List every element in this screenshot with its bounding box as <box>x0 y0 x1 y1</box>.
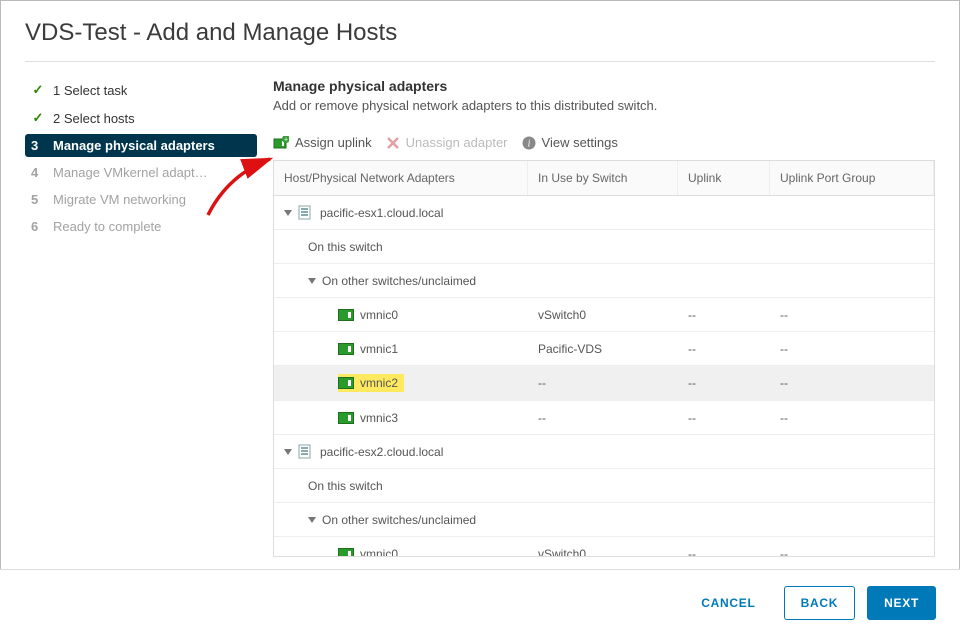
on-this-switch-row[interactable]: On this switch <box>274 469 934 503</box>
nic-name: vmnic0 <box>360 547 398 557</box>
group-label: On this switch <box>308 240 383 254</box>
step-label: Migrate VM networking <box>53 192 186 207</box>
check-icon: ✓ <box>31 82 45 98</box>
wizard-step-1[interactable]: ✓ 1 Select task <box>25 78 257 102</box>
back-button[interactable]: BACK <box>784 586 856 620</box>
nic-name: vmnic0 <box>360 308 398 322</box>
expand-icon[interactable] <box>284 210 292 216</box>
unassign-adapter-button: Unassign adapter <box>386 135 508 150</box>
wizard-step-2[interactable]: ✓ 2 Select hosts <box>25 106 257 130</box>
svg-text:i: i <box>527 138 530 149</box>
unassign-adapter-label: Unassign adapter <box>406 135 508 150</box>
view-settings-button[interactable]: i View settings <box>522 135 618 150</box>
uplink-port-group: -- <box>770 539 934 557</box>
svg-text:+: + <box>284 136 288 143</box>
step-label: Manage physical adapters <box>53 138 215 153</box>
in-use-by: -- <box>528 368 678 398</box>
divider <box>25 61 935 62</box>
nic-name: vmnic2 <box>360 376 398 390</box>
uplink: -- <box>678 403 770 433</box>
dialog-title: VDS-Test - Add and Manage Hosts <box>25 19 935 47</box>
uplink: -- <box>678 334 770 364</box>
in-use-by: vSwitch0 <box>528 539 678 557</box>
view-settings-label: View settings <box>542 135 618 150</box>
uplink: -- <box>678 368 770 398</box>
info-icon: i <box>522 136 536 150</box>
uplink: -- <box>678 300 770 330</box>
step-label: Ready to complete <box>53 219 161 234</box>
step-num: 4 <box>31 165 45 180</box>
group-label: On other switches/unclaimed <box>322 513 476 527</box>
uplink-port-group: -- <box>770 300 934 330</box>
uplink-port-group: -- <box>770 368 934 398</box>
host-row[interactable]: pacific-esx2.cloud.local <box>274 435 934 469</box>
step-label: 1 Select task <box>53 83 127 98</box>
uplink: -- <box>678 539 770 557</box>
host-name: pacific-esx2.cloud.local <box>320 445 443 459</box>
nic-row[interactable]: vmnic2------ <box>274 366 934 401</box>
nic-row[interactable]: vmnic0vSwitch0---- <box>274 537 934 556</box>
adapters-grid: Host/Physical Network Adapters In Use by… <box>273 160 935 557</box>
in-use-by: Pacific-VDS <box>528 334 678 364</box>
step-num: 5 <box>31 192 45 207</box>
host-icon <box>298 444 314 459</box>
assign-uplink-button[interactable]: + Assign uplink <box>273 135 372 150</box>
nic-icon <box>338 548 354 557</box>
expand-icon[interactable] <box>308 517 316 523</box>
col-uplink[interactable]: Uplink <box>678 161 770 195</box>
dialog-footer: CANCEL BACK NEXT <box>0 569 960 640</box>
nic-row[interactable]: vmnic1Pacific-VDS---- <box>274 332 934 366</box>
wizard-step-6: 6 Ready to complete <box>25 215 257 238</box>
uplink-port-group: -- <box>770 334 934 364</box>
wizard-step-4: 4 Manage VMkernel adapt… <box>25 161 257 184</box>
next-button[interactable]: NEXT <box>867 586 936 620</box>
group-label: On other switches/unclaimed <box>322 274 476 288</box>
toolbar: + Assign uplink Unassign adapter i <box>273 129 935 160</box>
assign-uplink-icon: + <box>273 136 289 150</box>
nic-name: vmnic1 <box>360 342 398 356</box>
other-switches-row[interactable]: On other switches/unclaimed <box>274 264 934 298</box>
step-num: 6 <box>31 219 45 234</box>
wizard-step-5: 5 Migrate VM networking <box>25 188 257 211</box>
on-this-switch-row[interactable]: On this switch <box>274 230 934 264</box>
check-icon: ✓ <box>31 110 45 126</box>
group-label: On this switch <box>308 479 383 493</box>
nic-icon <box>338 412 354 424</box>
nic-icon <box>338 309 354 321</box>
nic-icon <box>338 343 354 355</box>
nic-row[interactable]: vmnic0vSwitch0---- <box>274 298 934 332</box>
unassign-icon <box>386 136 400 150</box>
expand-icon[interactable] <box>284 449 292 455</box>
section-title: Manage physical adapters <box>273 78 935 94</box>
host-row[interactable]: pacific-esx1.cloud.local <box>274 196 934 230</box>
col-host-adapters[interactable]: Host/Physical Network Adapters <box>274 161 528 195</box>
uplink-port-group: -- <box>770 403 934 433</box>
grid-body[interactable]: pacific-esx1.cloud.local On this switch On… <box>274 196 934 556</box>
host-icon <box>298 205 314 220</box>
nic-icon <box>338 377 354 389</box>
col-in-use[interactable]: In Use by Switch <box>528 161 678 195</box>
nic-name: vmnic3 <box>360 411 398 425</box>
cancel-button[interactable]: CANCEL <box>685 586 771 620</box>
in-use-by: vSwitch0 <box>528 300 678 330</box>
wizard-steps: ✓ 1 Select task ✓ 2 Select hosts 3 Manage phy… <box>25 78 257 557</box>
step-label: 2 Select hosts <box>53 111 135 126</box>
col-uplink-port-group[interactable]: Uplink Port Group <box>770 161 934 195</box>
host-name: pacific-esx1.cloud.local <box>320 206 443 220</box>
step-num: 3 <box>31 138 45 153</box>
assign-uplink-label: Assign uplink <box>295 135 372 150</box>
wizard-step-3[interactable]: 3 Manage physical adapters <box>25 134 257 157</box>
grid-header: Host/Physical Network Adapters In Use by… <box>274 161 934 196</box>
section-desc: Add or remove physical network adapters … <box>273 98 935 113</box>
expand-icon[interactable] <box>308 278 316 284</box>
in-use-by: -- <box>528 403 678 433</box>
other-switches-row[interactable]: On other switches/unclaimed <box>274 503 934 537</box>
step-label: Manage VMkernel adapt… <box>53 165 208 180</box>
nic-row[interactable]: vmnic3------ <box>274 401 934 435</box>
